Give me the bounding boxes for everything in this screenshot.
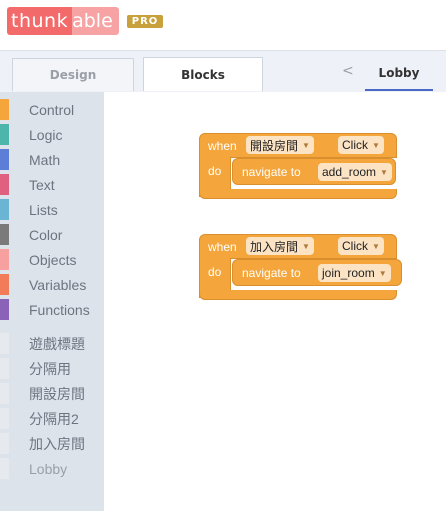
category-label: Objects [29, 251, 77, 268]
dropdown-arrow-icon: ▼ [372, 241, 380, 251]
category-color-swatch [0, 149, 9, 170]
do-keyword: do [208, 265, 222, 279]
component-label: 分隔用2 [29, 410, 79, 427]
category-color-swatch [0, 99, 9, 120]
component-item[interactable]: 分隔用2 [0, 406, 104, 431]
category-color-swatch [0, 124, 9, 145]
logo-text-main: thunk [7, 7, 73, 35]
when-keyword: when [208, 139, 237, 153]
category-math[interactable]: Math [0, 147, 104, 172]
pro-badge: PRO [126, 14, 164, 28]
component-label: 遊戲標題 [29, 335, 85, 352]
dropdown-arrow-icon: ▼ [302, 241, 310, 251]
event-value: Click [342, 239, 368, 253]
screen-selector[interactable]: Lobby [365, 57, 433, 91]
category-label: Lists [29, 201, 58, 218]
tab-blocks[interactable]: Blocks [143, 57, 263, 91]
component-dropdown[interactable]: 加入房間 ▼ [246, 237, 314, 255]
category-variables[interactable]: Variables [0, 272, 104, 297]
screen-target-value: join_room [322, 266, 375, 280]
component-label: Lobby [29, 460, 68, 477]
component-swatch [0, 433, 9, 454]
component-swatch [0, 333, 9, 354]
block-footer [199, 290, 397, 300]
component-item[interactable]: 開設房間 [0, 381, 104, 406]
event-value: Click [342, 138, 368, 152]
component-swatch [0, 358, 9, 379]
blocks-toolbox: Control Logic Math Text Lists Color Obje… [0, 92, 104, 511]
category-color-swatch [0, 174, 9, 195]
component-item[interactable]: 分隔用 [0, 356, 104, 381]
thunkable-logo[interactable]: thunk able PRO [7, 7, 164, 35]
component-swatch [0, 458, 9, 479]
category-functions[interactable]: Functions [0, 297, 104, 322]
dropdown-arrow-icon: ▼ [380, 167, 388, 177]
category-color-swatch [0, 199, 9, 220]
category-label: Color [29, 226, 63, 243]
event-dropdown[interactable]: Click ▼ [338, 136, 384, 154]
top-bar: thunk able PRO [0, 0, 446, 50]
navigate-block[interactable]: navigate to add_room ▼ [232, 158, 396, 185]
category-label: Control [29, 101, 75, 118]
tab-design[interactable]: Design [12, 58, 134, 91]
screen-target-dropdown[interactable]: add_room ▼ [318, 163, 392, 181]
category-label: Logic [29, 126, 63, 143]
category-text[interactable]: Text [0, 172, 104, 197]
component-item[interactable]: 遊戲標題 [0, 331, 104, 356]
component-label: 分隔用 [29, 360, 71, 377]
category-color-swatch [0, 299, 9, 320]
component-value: 開設房間 [250, 138, 299, 153]
do-keyword: do [208, 164, 222, 178]
category-color-swatch [0, 249, 9, 270]
when-keyword: when [208, 240, 237, 254]
category-label: Text [29, 176, 55, 193]
category-label: Functions [29, 301, 90, 318]
dropdown-arrow-icon: ▼ [302, 140, 310, 150]
component-swatch [0, 383, 9, 404]
component-swatch [0, 408, 9, 429]
category-objects[interactable]: Objects [0, 247, 104, 272]
component-label: 加入房間 [29, 435, 85, 452]
component-dropdown[interactable]: 開設房間 ▼ [246, 136, 314, 154]
navigate-keyword: navigate to [242, 165, 301, 179]
event-block-add-room[interactable]: when 開設房間 ▼ Click ▼ do navigate to add_roo… [199, 133, 399, 199]
component-item[interactable]: 加入房間 [0, 431, 104, 456]
category-color-swatch [0, 274, 9, 295]
navigate-block[interactable]: navigate to join_room ▼ [232, 259, 402, 286]
screen-target-dropdown[interactable]: join_room ▼ [318, 264, 391, 282]
category-label: Math [29, 151, 61, 168]
category-label: Variables [29, 276, 87, 293]
dropdown-arrow-icon: ▼ [378, 268, 387, 278]
event-block-join-room[interactable]: when 加入房間 ▼ Click ▼ do navigate to join_ro… [199, 234, 402, 300]
category-logic[interactable]: Logic [0, 122, 104, 147]
navigate-keyword: navigate to [242, 266, 301, 280]
category-color[interactable]: Color [0, 222, 104, 247]
category-color-swatch [0, 224, 9, 245]
component-value: 加入房間 [250, 239, 299, 254]
component-item[interactable]: Lobby [0, 456, 104, 481]
category-control[interactable]: Control [0, 97, 104, 122]
block-footer [199, 189, 397, 199]
category-lists[interactable]: Lists [0, 197, 104, 222]
blocks-workspace[interactable]: when 開設房間 ▼ Click ▼ do navigate to add_roo… [104, 92, 446, 511]
component-label: 開設房間 [29, 385, 85, 402]
event-dropdown[interactable]: Click ▼ [338, 237, 384, 255]
dropdown-arrow-icon: ▼ [372, 140, 380, 150]
screen-target-value: add_room [322, 165, 377, 179]
logo-text-tail: able [72, 7, 119, 35]
chevron-left-icon[interactable]: < [342, 63, 354, 79]
